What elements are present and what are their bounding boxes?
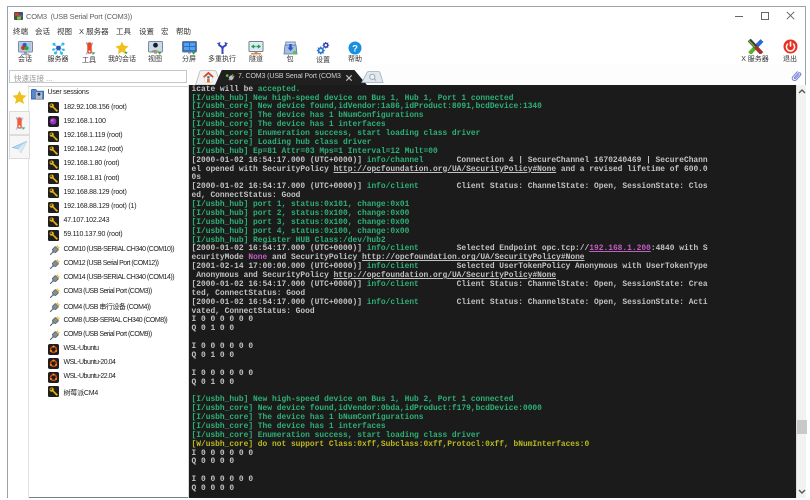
svg-text:?: ? [352,43,358,54]
